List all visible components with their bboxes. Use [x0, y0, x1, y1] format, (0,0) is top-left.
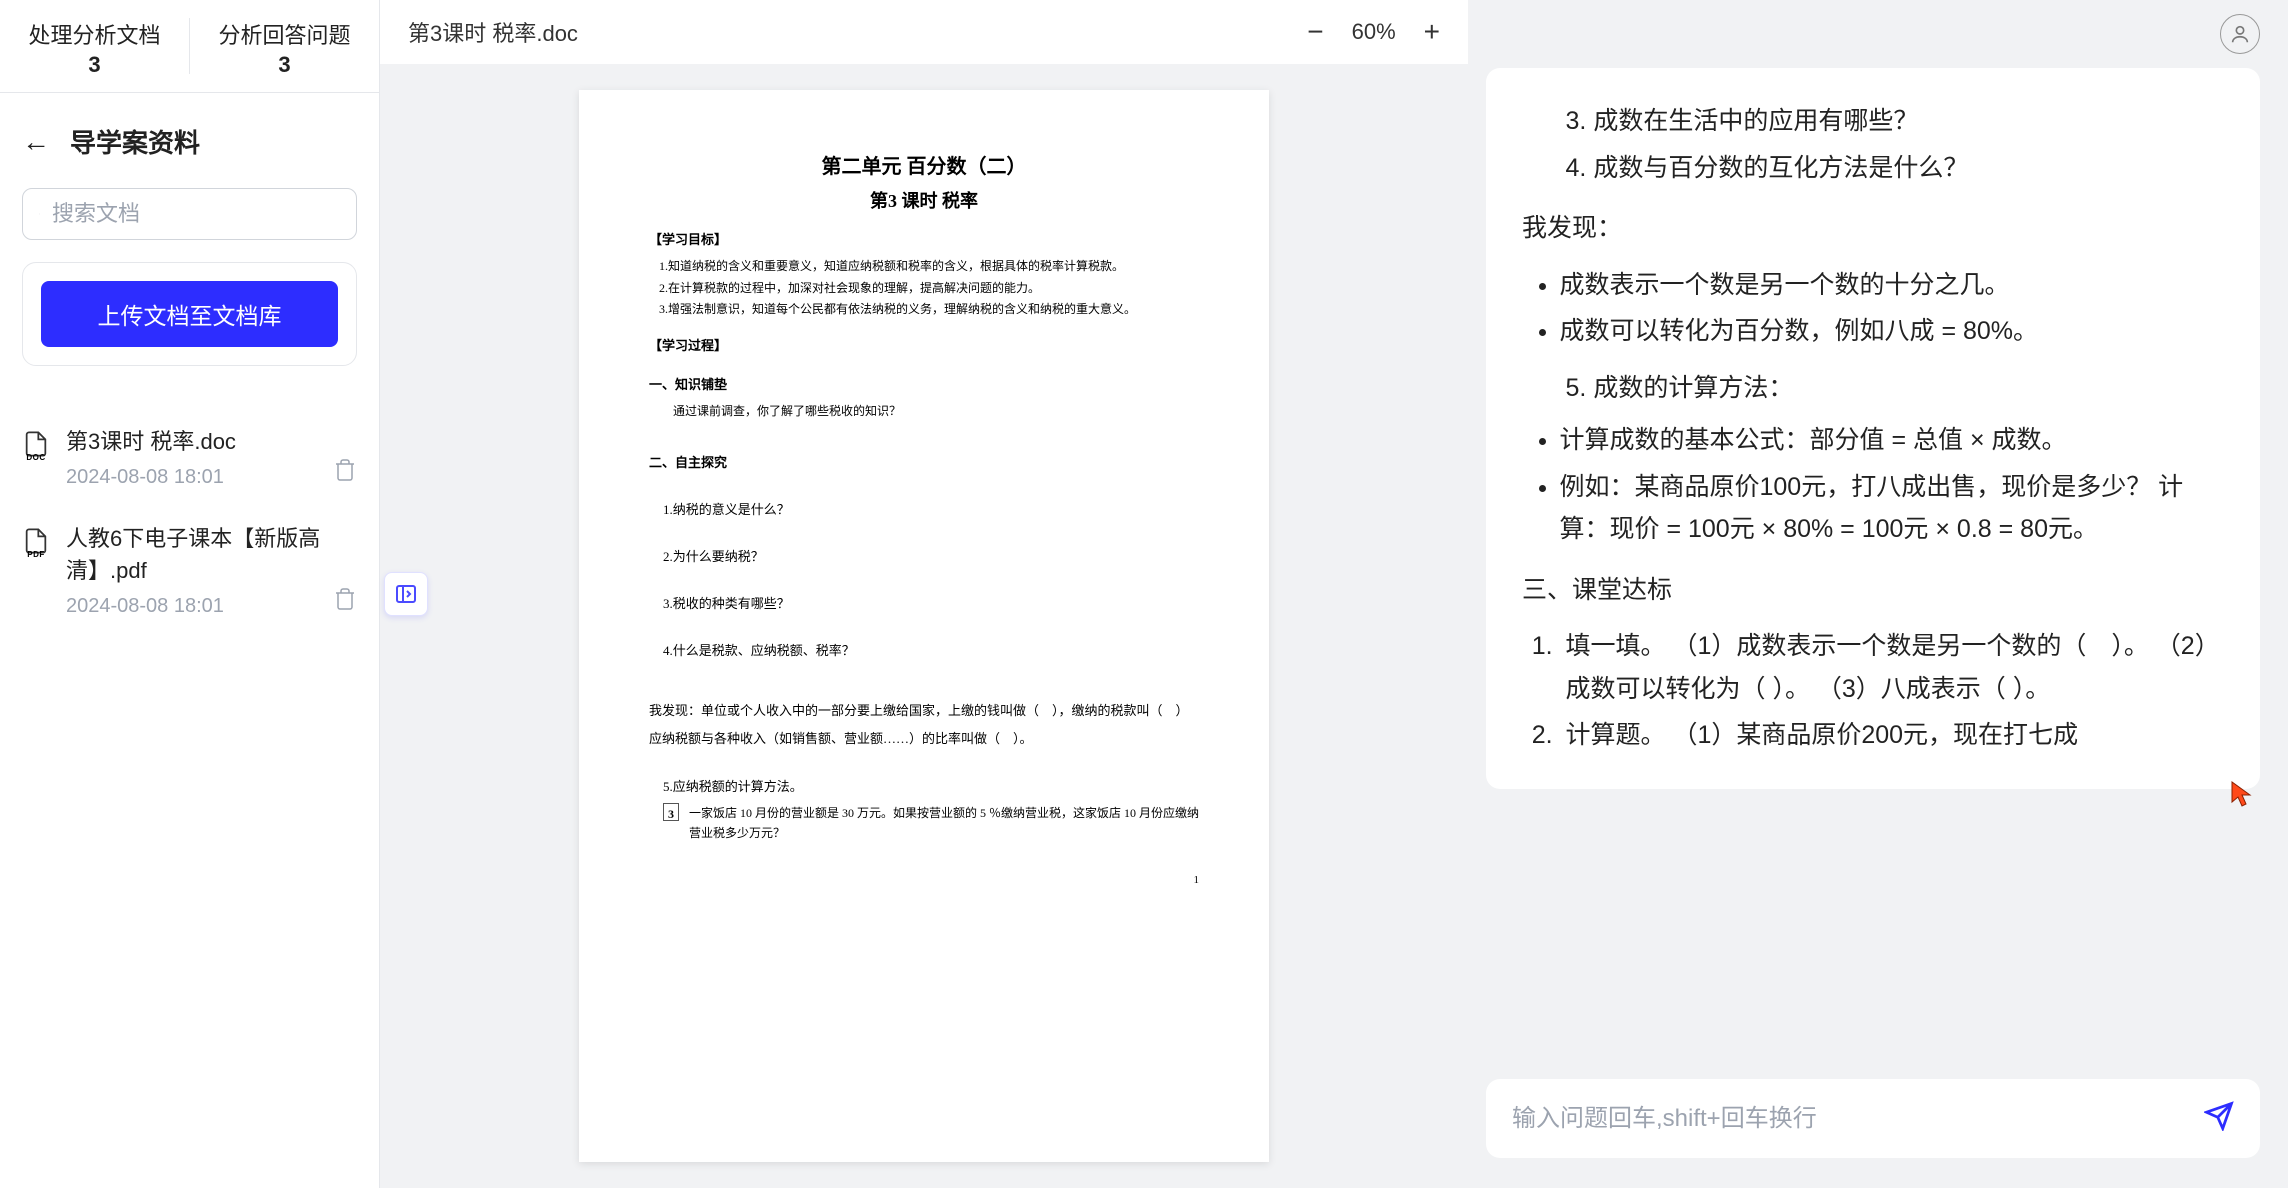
chat-heading: 我发现：	[1522, 207, 2224, 250]
page-number: 1	[649, 874, 1199, 886]
doc-question: 1.纳税的意义是什么？	[663, 499, 1199, 518]
viewer-scroll[interactable]: 第二单元 百分数（二） 第3 课时 税率 【学习目标】 1.知道纳税的含义和重要…	[380, 64, 1468, 1188]
zoom-controls: − 60% +	[1307, 16, 1440, 48]
zoom-in-button[interactable]: +	[1424, 16, 1440, 48]
doc-text: 通过课前调查，你了解了哪些税收的知识？	[673, 401, 1199, 423]
chat-text: 成数表示一个数是另一个数的十分之几。	[1560, 264, 2225, 307]
doc-text: 3.增强法制意识，知道每个公民都有依法纳税的义务，理解纳税的含义和纳税的重大意义…	[659, 299, 1199, 321]
doc-subsection: 一、知识铺垫	[649, 374, 1199, 393]
viewer-title: 第3课时 税率.doc	[408, 16, 1307, 48]
tab-count: 3	[0, 52, 189, 78]
doc-section: 【学习目标】	[649, 229, 1199, 248]
pdf-file-icon: PDF	[22, 527, 50, 555]
chat-input-area	[1468, 1059, 2288, 1188]
chat-input[interactable]	[1512, 1105, 2188, 1133]
chat-section-heading: 三、课堂达标	[1522, 569, 2224, 612]
tab-answer-questions[interactable]: 分析回答问题 3	[190, 0, 379, 92]
upload-button[interactable]: 上传文档至文档库	[41, 281, 338, 347]
delete-icon[interactable]	[333, 587, 357, 616]
doc-date: 2024-08-08 18:01	[66, 595, 357, 618]
chat-text: 计算成数的基本公式：部分值 = 总值 × 成数。	[1560, 419, 2225, 462]
doc-text: 2.在计算税款的过程中，加深对社会现象的理解，提高解决问题的能力。	[659, 278, 1199, 300]
sidebar-tabs: 处理分析文档 3 分析回答问题 3	[0, 0, 379, 93]
assistant-message: 成数在生活中的应用有哪些？ 成数与百分数的互化方法是什么？ 我发现： 成数表示一…	[1486, 68, 2260, 789]
search-icon	[39, 202, 40, 226]
doc-subsection: 二、自主探究	[649, 452, 1199, 471]
doc-item[interactable]: PDF 人教6下电子课本【新版高清】.pdf 2024-08-08 18:01	[22, 505, 357, 634]
search-input[interactable]	[52, 201, 340, 227]
doc-lesson-title: 第3 课时 税率	[649, 187, 1199, 213]
problem-number: 3	[663, 803, 679, 821]
doc-discover: 我发现：单位或个人收入中的一部分要上缴给国家，上缴的钱叫做（ ），缴纳的税款叫（…	[649, 697, 1199, 752]
doc-question: 3.税收的种类有哪些？	[663, 593, 1199, 612]
doc-problem: 3 一家饭店 10 月份的营业额是 30 万元。如果按营业额的 5 ％缴纳营业税…	[663, 803, 1199, 844]
doc-section: 【学习过程】	[649, 335, 1199, 354]
chat-text: 成数可以转化为百分数，例如八成 = 80%。	[1560, 310, 2225, 353]
zoom-level: 60%	[1352, 19, 1396, 45]
tab-analyze-docs[interactable]: 处理分析文档 3	[0, 0, 189, 92]
chat-panel: 成数在生活中的应用有哪些？ 成数与百分数的互化方法是什么？ 我发现： 成数表示一…	[1468, 0, 2288, 1188]
doc-file-icon: DOC	[22, 430, 50, 458]
chat-text: 填一填。 （1）成数表示一个数是另一个数的（ ）。 （2）成数可以转化为（ ）。…	[1560, 625, 2225, 710]
upload-area: 上传文档至文档库	[22, 262, 357, 366]
chat-header	[1468, 0, 2288, 68]
tab-count: 3	[190, 52, 379, 78]
search-box[interactable]	[22, 188, 357, 240]
delete-icon[interactable]	[333, 458, 357, 487]
send-button[interactable]	[2204, 1101, 2234, 1136]
sidebar-header: ← 导学案资料	[0, 93, 379, 170]
collapse-sidebar-button[interactable]	[384, 572, 428, 616]
doc-name: 第3课时 税率.doc	[66, 424, 357, 456]
sidebar: 处理分析文档 3 分析回答问题 3 ← 导学案资料 上传文档至文档库 DOC 第…	[0, 0, 380, 1188]
tab-label: 处理分析文档	[0, 18, 189, 50]
doc-text: 1.知道纳税的含义和重要意义，知道应纳税额和税率的含义，根据具体的税率计算税款。	[659, 256, 1199, 278]
doc-date: 2024-08-08 18:01	[66, 466, 357, 489]
chat-text: 成数与百分数的互化方法是什么？	[1560, 147, 2225, 190]
doc-question: 4.什么是税款、应纳税额、税率？	[663, 640, 1199, 659]
doc-item[interactable]: DOC 第3课时 税率.doc 2024-08-08 18:01	[22, 408, 357, 505]
zoom-out-button[interactable]: −	[1307, 16, 1323, 48]
chat-text: 计算题。 （1）某商品原价200元，现在打七成	[1560, 714, 2225, 757]
doc-name: 人教6下电子课本【新版高清】.pdf	[66, 521, 357, 585]
doc-list: DOC 第3课时 税率.doc 2024-08-08 18:01 PDF 人教6…	[0, 388, 379, 654]
chat-input-box[interactable]	[1486, 1079, 2260, 1158]
chat-text: 例如：某商品原价100元，打八成出售，现价是多少？ 计算：现价 = 100元 ×…	[1560, 466, 2225, 551]
doc-calc: 5.应纳税额的计算方法。	[663, 776, 1199, 795]
chat-scroll[interactable]: 成数在生活中的应用有哪些？ 成数与百分数的互化方法是什么？ 我发现： 成数表示一…	[1468, 68, 2288, 1059]
problem-text: 一家饭店 10 月份的营业额是 30 万元。如果按营业额的 5 ％缴纳营业税，这…	[689, 803, 1199, 844]
chat-text: 成数的计算方法：	[1560, 367, 2225, 410]
user-avatar[interactable]	[2220, 14, 2260, 54]
tab-label: 分析回答问题	[190, 18, 379, 50]
document-page: 第二单元 百分数（二） 第3 课时 税率 【学习目标】 1.知道纳税的含义和重要…	[579, 90, 1269, 1162]
chat-text: 成数在生活中的应用有哪些？	[1560, 100, 2225, 143]
document-viewer-panel: 第3课时 税率.doc − 60% + 第二单元 百分数（二） 第3 课时 税率…	[380, 0, 1468, 1188]
doc-unit-title: 第二单元 百分数（二）	[649, 150, 1199, 179]
back-arrow-icon[interactable]: ←	[22, 126, 50, 158]
viewer-header: 第3课时 税率.doc − 60% +	[380, 0, 1468, 64]
doc-question: 2.为什么要纳税？	[663, 546, 1199, 565]
sidebar-title: 导学案资料	[70, 123, 200, 160]
